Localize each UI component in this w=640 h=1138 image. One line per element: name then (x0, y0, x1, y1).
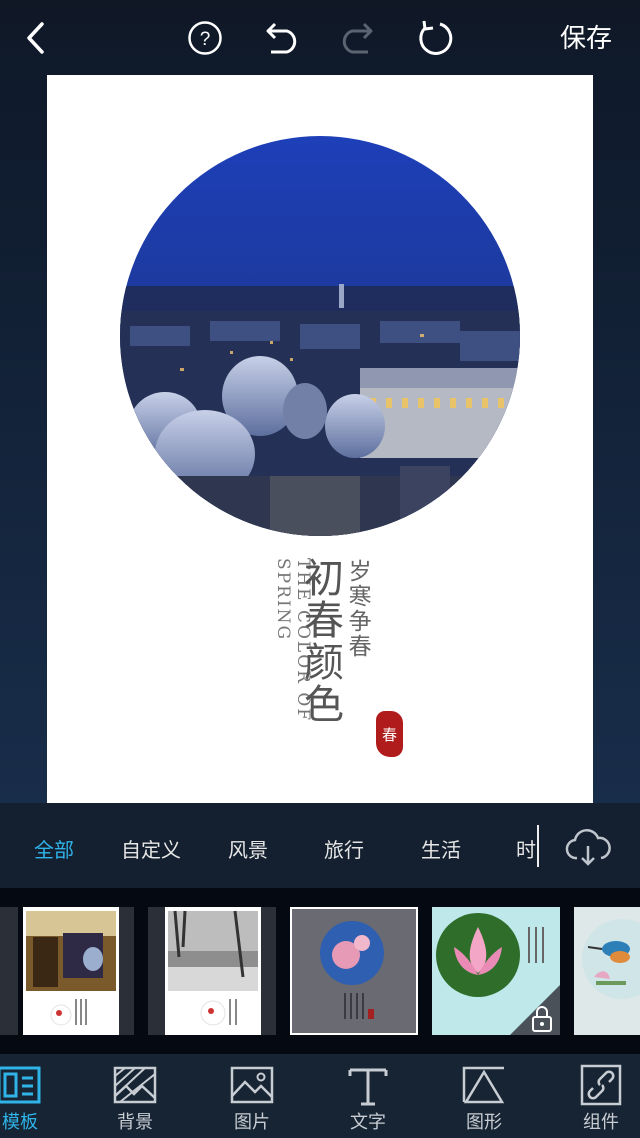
category-life[interactable]: 生活 (421, 834, 461, 863)
back-icon[interactable] (12, 14, 60, 62)
poster-canvas[interactable]: THE COLOR OF SPRING 初春颜色 岁寒争春 春 (47, 75, 593, 803)
template-strip (0, 888, 640, 1054)
template-icon (0, 1066, 41, 1104)
sub-title[interactable]: 岁寒争春 (344, 559, 370, 659)
tab-background[interactable]: 背景 (90, 1054, 180, 1138)
template-thumb-kingfisher[interactable] (574, 907, 640, 1035)
tab-image[interactable]: 图片 (207, 1054, 297, 1138)
bottom-tab-bar: 模板 背景 图片 文字 图形 组件 (0, 1054, 640, 1138)
template-thumb-partial[interactable] (0, 907, 18, 1035)
template-thumb-edge (148, 907, 165, 1035)
tab-shape-label: 图形 (466, 1112, 502, 1133)
tab-text[interactable]: 文字 (323, 1054, 413, 1138)
tab-template-label: 模板 (2, 1112, 38, 1133)
top-toolbar: ? 保存 (0, 0, 640, 75)
category-travel[interactable]: 旅行 (324, 834, 364, 863)
svg-text:?: ? (200, 29, 211, 50)
tab-shape[interactable]: 图形 (439, 1054, 529, 1138)
red-seal[interactable]: 春 (376, 711, 403, 757)
main-title[interactable]: 初春颜色 (297, 557, 343, 725)
component-icon (580, 1064, 622, 1106)
reset-icon[interactable] (411, 14, 459, 62)
text-icon (348, 1068, 388, 1106)
image-icon (230, 1066, 274, 1104)
category-scenery[interactable]: 风景 (228, 834, 268, 863)
tab-text-label: 文字 (350, 1112, 386, 1133)
category-bar: 全部 自定义 风景 旅行 生活 时 (0, 803, 640, 888)
background-icon (113, 1066, 157, 1104)
tab-template[interactable]: 模板 (0, 1054, 65, 1138)
cloud-download-icon[interactable] (563, 828, 613, 868)
category-fashion[interactable]: 时 (516, 834, 536, 863)
template-thumb-gap (261, 907, 276, 1035)
template-thumb-beach[interactable] (165, 907, 261, 1035)
template-thumb-separator (119, 907, 134, 1035)
template-thumb-room[interactable] (23, 907, 119, 1035)
redo-icon[interactable] (334, 14, 382, 62)
help-icon[interactable]: ? (181, 14, 229, 62)
tab-component[interactable]: 组件 (556, 1054, 640, 1138)
lock-icon (525, 1002, 559, 1036)
undo-icon[interactable] (257, 14, 305, 62)
shape-icon (462, 1066, 505, 1104)
category-custom[interactable]: 自定义 (121, 834, 181, 863)
template-thumb-selected[interactable] (290, 907, 418, 1035)
category-all[interactable]: 全部 (34, 834, 74, 863)
tab-component-label: 组件 (583, 1112, 619, 1133)
save-button[interactable]: 保存 (560, 18, 612, 55)
tab-image-label: 图片 (234, 1112, 270, 1133)
tab-background-label: 背景 (117, 1112, 153, 1133)
poster-photo[interactable] (120, 136, 520, 536)
category-divider (537, 825, 539, 867)
